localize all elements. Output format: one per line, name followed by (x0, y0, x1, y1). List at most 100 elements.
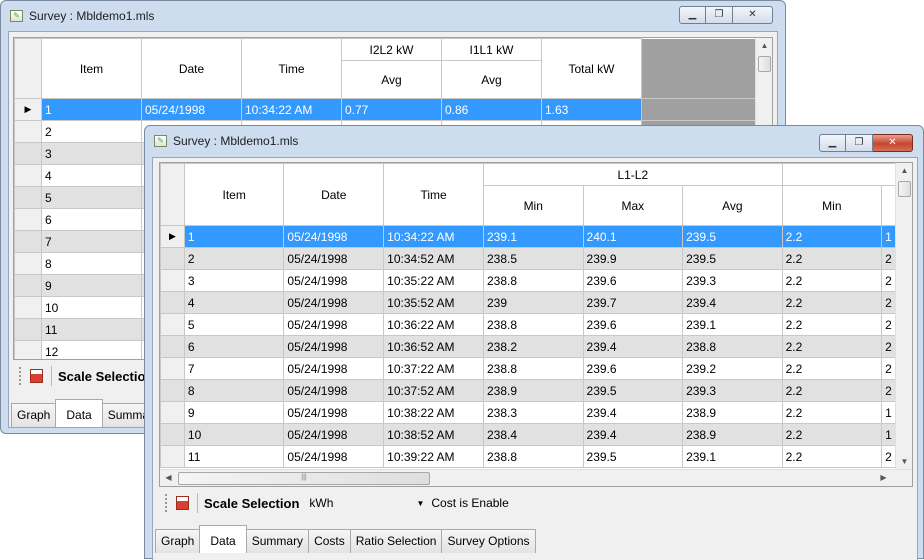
col-header-avg[interactable]: Avg (682, 185, 783, 226)
cell-min2: 2.2 (781, 269, 883, 292)
row-header[interactable] (160, 247, 185, 270)
maximize-button[interactable]: ❐ (846, 134, 873, 152)
minimize-button[interactable]: ▁ (679, 6, 706, 24)
close-button[interactable]: ✕ (733, 6, 773, 24)
col-header-item[interactable]: Item (41, 38, 142, 99)
row-header[interactable] (14, 340, 42, 359)
row-header[interactable] (160, 357, 185, 380)
toolbar-grip[interactable] (19, 367, 22, 385)
row-header[interactable] (160, 335, 185, 358)
horizontal-scroll-thumb[interactable]: ||| (178, 472, 430, 485)
table-row[interactable]: 8 05/24/1998 10:37:52 AM 238.9 239.5 239.3 2.2… (160, 379, 912, 402)
table-row[interactable]: 7 05/24/1998 10:37:22 AM 238.8 239.6 239.2 2.2… (160, 357, 912, 380)
table-row[interactable]: 3 05/24/1998 10:35:22 AM 238.8 239.6 239.3 2.2… (160, 269, 912, 292)
col-header-max[interactable]: Max (582, 185, 684, 226)
col-header-group-next[interactable] (781, 163, 912, 186)
row-header[interactable] (160, 269, 185, 292)
col-header-min[interactable]: Min (482, 185, 584, 226)
maximize-button[interactable]: ❐ (706, 6, 733, 24)
front-vertical-scrollbar[interactable]: ▲ ▼ (895, 163, 912, 471)
dropdown-arrow-icon[interactable]: ▼ (416, 499, 424, 508)
table-row[interactable]: ▶ 1 05/24/1998 10:34:22 AM 0.77 0.86 1.6… (14, 98, 758, 121)
col-header-min-2[interactable]: Min (781, 185, 883, 226)
col-header-item[interactable]: Item (183, 163, 285, 226)
col-header-i2l2[interactable]: I2L2 kW (341, 38, 442, 61)
row-header[interactable] (14, 186, 42, 209)
front-survey-window[interactable]: ✎ Survey : Mbldemo1.mls ▁ ❐ ✕ Item Date … (144, 125, 924, 560)
cell-avg: 239.1 (682, 445, 783, 468)
back-tab-data[interactable]: Data (55, 399, 103, 427)
cell-avg: 239.4 (682, 291, 783, 314)
row-header[interactable] (14, 252, 42, 275)
table-row[interactable]: 11 05/24/1998 10:39:22 AM 238.8 239.5 239.1 2.… (160, 445, 912, 468)
tab-costs[interactable]: Costs (308, 529, 351, 553)
row-header[interactable] (14, 164, 42, 187)
scroll-up-icon[interactable]: ▲ (896, 163, 912, 180)
row-header[interactable] (160, 313, 185, 336)
cell-date: 05/24/1998 (141, 98, 242, 121)
col-header-i1l1[interactable]: I1L1 kW (441, 38, 542, 61)
cell-time: 10:34:52 AM (383, 247, 484, 270)
scroll-thumb[interactable] (758, 56, 771, 72)
cell-min2: 2.2 (781, 401, 883, 424)
row-header[interactable] (14, 230, 42, 253)
table-row[interactable]: 5 05/24/1998 10:36:22 AM 238.8 239.6 239.1 2.2… (160, 313, 912, 336)
cell-max: 239.7 (582, 291, 684, 314)
table-row[interactable]: 4 05/24/1998 10:35:52 AM 239 239.7 239.4 2.2 2 (160, 291, 912, 314)
row-header[interactable] (14, 208, 42, 231)
col-header-time[interactable]: Time (383, 163, 484, 226)
cell-item: 4 (41, 164, 142, 187)
row-header[interactable] (160, 401, 185, 424)
row-header[interactable] (14, 296, 42, 319)
col-header-date[interactable]: Date (141, 38, 242, 99)
table-row[interactable]: 2 05/24/1998 10:34:52 AM 238.5 239.9 239.5 2.2… (160, 247, 912, 270)
tab-survey-options[interactable]: Survey Options (441, 529, 536, 553)
minimize-icon: ▁ (688, 9, 697, 20)
table-row[interactable]: 6 05/24/1998 10:36:52 AM 238.2 239.4 238.8 2.2… (160, 335, 912, 358)
scroll-left-icon[interactable]: ◀ (160, 470, 177, 486)
table-row[interactable]: 9 05/24/1998 10:38:22 AM 238.3 239.4 238.9 2.2… (160, 401, 912, 424)
cell-avg: 238.9 (682, 423, 783, 446)
row-header[interactable] (160, 423, 185, 446)
front-data-grid[interactable]: Item Date Time L1-L2 Min Max Avg Min ▶ 1 0 (159, 162, 913, 487)
row-header[interactable] (14, 274, 42, 297)
close-icon: ✕ (748, 9, 757, 20)
export-icon[interactable] (176, 496, 189, 510)
cell-item: 2 (41, 120, 142, 143)
front-title-bar[interactable]: ✎ Survey : Mbldemo1.mls ▁ ❐ ✕ (145, 126, 923, 156)
table-row[interactable]: 10 05/24/1998 10:38:52 AM 238.4 239.4 238.9 2.… (160, 423, 912, 446)
cell-date: 05/24/1998 (283, 445, 385, 468)
row-header[interactable] (160, 445, 185, 468)
scale-selection-dropdown[interactable]: kWh ▼ (307, 493, 428, 513)
close-button[interactable]: ✕ (873, 134, 913, 152)
row-header[interactable] (160, 291, 185, 314)
col-header-total[interactable]: Total kW (541, 38, 642, 99)
row-header[interactable] (160, 379, 185, 402)
minimize-button[interactable]: ▁ (819, 134, 846, 152)
tab-ratio-selection[interactable]: Ratio Selection (349, 529, 443, 553)
back-title-bar[interactable]: ✎ Survey : Mbldemo1.mls ▁ ❐ ✕ (1, 1, 785, 31)
col-header-group-l1-l2[interactable]: L1-L2 (482, 163, 783, 186)
tab-data[interactable]: Data (199, 525, 247, 553)
back-tab-graph[interactable]: Graph (11, 403, 57, 427)
row-header[interactable] (14, 318, 42, 341)
table-row[interactable]: ▶ 1 05/24/1998 10:34:22 AM 239.1 240.1 239.5 2.… (160, 225, 912, 248)
row-header[interactable] (14, 142, 42, 165)
cell-item: 6 (41, 208, 142, 231)
scroll-up-icon[interactable]: ▲ (756, 38, 772, 55)
row-header[interactable] (14, 120, 42, 143)
scroll-right-icon[interactable]: ▶ (875, 470, 892, 486)
tab-summary[interactable]: Summary (245, 529, 310, 553)
col-header-time[interactable]: Time (241, 38, 342, 99)
col-header-i1l1-avg[interactable]: Avg (441, 60, 542, 99)
tab-graph[interactable]: Graph (155, 529, 201, 553)
export-icon[interactable] (30, 369, 43, 383)
toolbar-grip[interactable] (165, 494, 168, 512)
col-header-i2l2-avg[interactable]: Avg (341, 60, 442, 99)
front-horizontal-scrollbar[interactable]: ◀ ||| ▶ (160, 469, 912, 486)
scroll-thumb[interactable] (898, 181, 911, 197)
front-table: Item Date Time L1-L2 Min Max Avg Min ▶ 1 0 (160, 163, 912, 468)
row-pointer-icon[interactable]: ▶ (160, 225, 185, 248)
col-header-date[interactable]: Date (283, 163, 385, 226)
cell-date: 05/24/1998 (283, 423, 385, 446)
